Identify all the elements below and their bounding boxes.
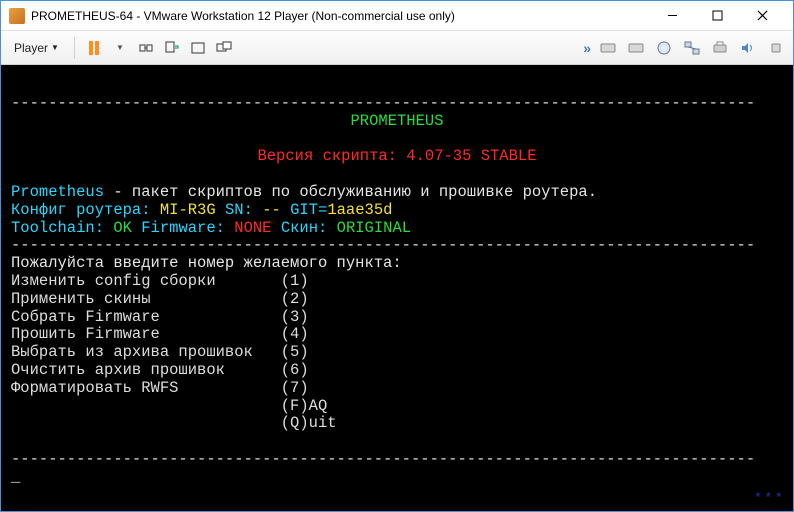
multi-monitor-icon: [216, 40, 232, 56]
menu-item: Прошить Firmware (4): [11, 325, 309, 343]
window-controls: [650, 2, 785, 30]
version-line: Версия скрипта: 4.07-35 STABLE: [11, 148, 783, 166]
snapshot-button[interactable]: [135, 37, 157, 59]
printer-icon[interactable]: [709, 37, 731, 59]
dash-line-bot: ----------------------------------------…: [11, 450, 755, 468]
hdd-icon[interactable]: [597, 37, 619, 59]
pause-icon: [89, 41, 99, 55]
sound-icon[interactable]: [737, 37, 759, 59]
unity-button[interactable]: [161, 37, 183, 59]
watermark: ***: [754, 491, 785, 507]
menu-list: Изменить config сборки (1) Применить ски…: [11, 273, 783, 433]
fullscreen-button[interactable]: [187, 37, 209, 59]
player-menu-button[interactable]: Player ▼: [7, 37, 66, 59]
config-line: Конфиг роутера: MI-R3G SN: -- GIT=1aae35…: [11, 201, 392, 219]
cursor: _: [11, 468, 20, 486]
hdd2-icon[interactable]: [625, 37, 647, 59]
window-title: PROMETHEUS-64 - VMware Workstation 12 Pl…: [31, 9, 650, 23]
pause-dropdown[interactable]: ▼: [109, 37, 131, 59]
menu-item: Изменить config сборки (1): [11, 272, 309, 290]
menu-item: Форматировать RWFS (7): [11, 379, 309, 397]
network-icon[interactable]: [681, 37, 703, 59]
title-bar: PROMETHEUS-64 - VMware Workstation 12 Pl…: [1, 1, 793, 31]
multi-monitor-button[interactable]: [213, 37, 235, 59]
menu-item: Выбрать из архива прошивок (5): [11, 343, 309, 361]
menu-item: Очистить архив прошивок (6): [11, 361, 309, 379]
desc-line: Prometheus - пакет скриптов по обслужива…: [11, 183, 597, 201]
chevron-down-icon: ▼: [51, 43, 59, 52]
cd-icon[interactable]: [653, 37, 675, 59]
dash-line-top: ----------------------------------------…: [11, 94, 755, 112]
maximize-button[interactable]: [695, 2, 740, 30]
menu-item: Применить скины (2): [11, 290, 309, 308]
terminal-console[interactable]: ----------------------------------------…: [1, 65, 793, 511]
snapshot-icon: [138, 40, 154, 56]
chevron-right-icon[interactable]: »: [583, 40, 591, 56]
toolbar-separator: [74, 37, 75, 59]
toolbar-right: »: [583, 37, 787, 59]
close-button[interactable]: [740, 2, 785, 30]
menu-extra: (F)AQ: [11, 397, 327, 415]
usb-icon[interactable]: [765, 37, 787, 59]
unity-icon: [164, 40, 180, 56]
app-icon: [9, 8, 25, 24]
menu-item: Собрать Firmware (3): [11, 308, 309, 326]
app-name: PROMETHEUS: [11, 113, 783, 131]
menu-prompt: Пожалуйста введите номер желаемого пункт…: [11, 254, 402, 272]
toolbar: Player ▼ ▼ »: [1, 31, 793, 65]
fullscreen-icon: [190, 40, 206, 56]
toolchain-line: Toolchain: OK Firmware: NONE Скин: ORIGI…: [11, 219, 411, 237]
minimize-button[interactable]: [650, 2, 695, 30]
dash-line-mid: ----------------------------------------…: [11, 236, 755, 254]
player-menu-label: Player: [14, 41, 48, 55]
menu-extra: (Q)uit: [11, 414, 337, 432]
pause-button[interactable]: [83, 37, 105, 59]
